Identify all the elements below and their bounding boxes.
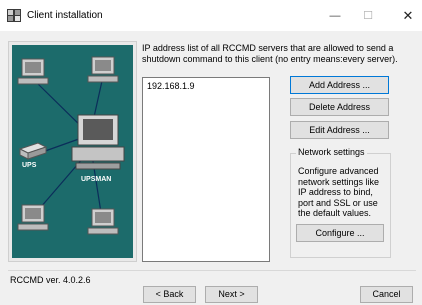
next-button[interactable]: Next > (205, 286, 258, 303)
ups-label: UPS (22, 162, 37, 169)
configure-button[interactable]: Configure ... (296, 224, 384, 242)
client-computer-icon (87, 56, 119, 83)
close-button[interactable]: ✕ (398, 8, 418, 24)
installer-icon (7, 9, 21, 22)
network-illustration: UPS UPSMAN (12, 45, 133, 258)
version-label: RCCMD ver. 4.0.2.6 (10, 275, 91, 285)
edit-address-button[interactable]: Edit Address ... (290, 121, 389, 139)
upsman-computer-icon (71, 114, 125, 170)
ip-address-list[interactable]: 192.168.1.9 (142, 77, 270, 262)
side-illustration-panel: UPS UPSMAN (8, 41, 137, 262)
network-diagram-graphic (17, 56, 125, 235)
client-computer-icon (87, 208, 119, 235)
footer-separator (8, 270, 416, 271)
minimize-button[interactable]: — (325, 8, 345, 24)
ups-icon (18, 142, 48, 160)
upsman-label: UPSMAN (81, 176, 112, 183)
client-computer-icon (17, 204, 49, 231)
cancel-button[interactable]: Cancel (360, 286, 413, 303)
client-computer-icon (17, 58, 49, 85)
back-button[interactable]: < Back (143, 286, 196, 303)
title-bar: Client installation — ☐ ✕ (0, 0, 422, 31)
network-settings-description: Configure advanced network settings like… (298, 166, 380, 218)
server-list-description: IP address list of all RCCMD servers tha… (142, 43, 398, 64)
delete-address-button[interactable]: Delete Address (290, 98, 389, 116)
window-title: Client installation (27, 10, 103, 21)
ip-list-item[interactable]: 192.168.1.9 (147, 81, 195, 91)
add-address-button[interactable]: Add Address ... (290, 76, 389, 94)
network-settings-title: Network settings (296, 147, 367, 157)
maximize-button[interactable]: ☐ (358, 8, 378, 24)
